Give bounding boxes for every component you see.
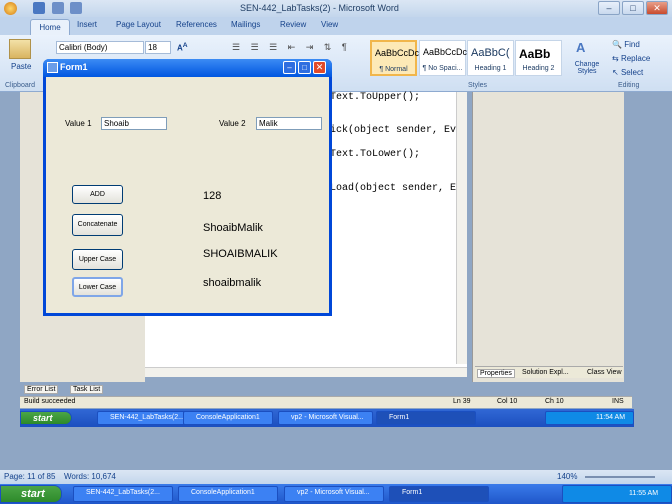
vs-status-bar: Build succeeded Ln 39 Col 10 Ch 10 INS xyxy=(20,396,632,408)
word-window-title: SEN-442_LabTasks(2) - Microsoft Word xyxy=(240,3,399,13)
style-heading-1[interactable]: AaBbC(Heading 1 xyxy=(467,40,514,76)
ribbon-tab-bar: Insert Page Layout References Mailings R… xyxy=(0,17,672,35)
value1-label: Value 1 xyxy=(65,119,92,128)
code-line: Load(object sender, Ev xyxy=(330,183,463,194)
tab-properties[interactable]: Properties xyxy=(477,369,515,378)
inner-taskbar: start SEN-442_LabTasks(2... ConsoleAppli… xyxy=(20,409,634,427)
form-minimize-button[interactable]: – xyxy=(283,61,296,74)
concatenate-button[interactable]: Concatenate xyxy=(72,214,123,236)
paste-button[interactable]: Paste xyxy=(11,62,31,71)
main-clock: 11:55 AM xyxy=(562,485,672,503)
change-styles-icon: A xyxy=(576,40,586,55)
style-heading-2[interactable]: AaBb Heading 2 xyxy=(515,40,562,76)
word-count: Words: 10,674 xyxy=(64,472,116,481)
replace-icon: ⇆ xyxy=(612,54,619,63)
style-normal[interactable]: AaBbCcDc ¶ Normal xyxy=(370,40,419,76)
styles-group-label: Styles xyxy=(468,82,488,89)
word-title-bar: SEN-442_LabTasks(2) - Microsoft Word – □… xyxy=(0,0,672,17)
column-number: Col 10 xyxy=(497,398,518,405)
inner-task-vs[interactable]: vp2 - Microsoft Visual... xyxy=(278,411,373,425)
tab-review[interactable]: Review xyxy=(280,20,306,29)
task-word[interactable]: SEN-442_LabTasks(2... xyxy=(73,486,173,502)
value2-input[interactable]: Malik xyxy=(256,117,322,130)
tab-home[interactable]: Home xyxy=(30,19,70,36)
select-icon: ↖ xyxy=(612,68,619,77)
tab-view[interactable]: View xyxy=(321,20,338,29)
task-vs[interactable]: vp2 - Microsoft Visual... xyxy=(284,486,384,502)
char-number: Ch 10 xyxy=(545,398,564,405)
editor-vertical-scrollbar[interactable] xyxy=(456,92,467,364)
properties-panel xyxy=(472,92,624,382)
form1-title: Form1 xyxy=(60,62,88,72)
lower-case-button[interactable]: Lower Case xyxy=(72,277,123,297)
tab-page-layout[interactable]: Page Layout xyxy=(116,20,161,29)
font-size-select[interactable]: 18 xyxy=(145,41,171,54)
inner-task-word[interactable]: SEN-442_LabTasks(2... xyxy=(97,411,197,425)
add-button[interactable]: ADD xyxy=(72,185,123,204)
tab-task-list[interactable]: Task List xyxy=(70,385,104,394)
code-line: Text.ToLower(); xyxy=(330,149,421,160)
build-status: Build succeeded xyxy=(24,398,76,405)
task-console[interactable]: ConsoleApplication1 xyxy=(178,486,278,502)
tab-insert[interactable]: Insert xyxy=(77,20,97,29)
save-icon[interactable] xyxy=(33,2,45,14)
close-button[interactable]: ✕ xyxy=(646,1,668,15)
value1-input[interactable]: Shoaib xyxy=(101,117,167,130)
select-button[interactable]: ↖ Select xyxy=(612,68,643,77)
line-number: Ln 39 xyxy=(453,398,471,405)
change-styles-button[interactable]: Change Styles xyxy=(570,61,604,75)
sum-result: 128 xyxy=(203,190,222,202)
upper-case-button[interactable]: Upper Case xyxy=(72,249,123,270)
inner-clock: 11:54 AM xyxy=(545,411,634,425)
office-button-icon[interactable] xyxy=(4,2,17,15)
minimize-button[interactable]: – xyxy=(598,1,620,15)
find-button[interactable]: 🔍 Find xyxy=(612,40,640,49)
concat-result: ShoaibMalik xyxy=(203,222,263,234)
editor-horizontal-scrollbar[interactable] xyxy=(145,367,467,377)
tab-class-view[interactable]: Class View xyxy=(587,369,622,376)
font-name-select[interactable]: Calibri (Body) xyxy=(56,41,144,54)
clipboard-group-label: Clipboard xyxy=(5,82,35,89)
zoom-slider[interactable] xyxy=(585,476,655,478)
form1-window: Form1 – □ ✕ Value 1 Shoaib Value 2 Malik… xyxy=(43,59,332,316)
word-status-bar: Page: 11 of 85 Words: 10,674 140% xyxy=(0,470,672,484)
paragraph-tools[interactable]: ☰ ☰ ☰ ⇤ ⇥ ⇅ ¶ xyxy=(232,42,352,53)
editing-group-label: Editing xyxy=(618,82,640,89)
undo-icon[interactable] xyxy=(52,2,64,14)
code-line: Text.ToUpper(); xyxy=(330,92,421,103)
tab-mailings[interactable]: Mailings xyxy=(231,20,260,29)
inner-task-form1[interactable]: Form1 xyxy=(376,411,476,425)
start-button[interactable]: start xyxy=(0,485,62,503)
page-count: Page: 11 of 85 xyxy=(4,472,56,481)
zoom-level[interactable]: 140% xyxy=(557,472,577,481)
form-close-button[interactable]: ✕ xyxy=(313,61,326,74)
task-form1[interactable]: Form1 xyxy=(389,486,489,502)
form1-title-bar[interactable]: Form1 – □ ✕ xyxy=(43,59,332,77)
tab-references[interactable]: References xyxy=(176,20,217,29)
redo-icon[interactable] xyxy=(70,2,82,14)
tab-error-list[interactable]: Error List xyxy=(24,385,59,394)
value2-label: Value 2 xyxy=(219,119,246,128)
style-no-spacing[interactable]: AaBbCcDc ¶ No Spaci... xyxy=(419,40,467,76)
inner-task-console[interactable]: ConsoleApplication1 xyxy=(183,411,273,425)
inner-start-button[interactable]: start xyxy=(20,411,72,425)
form1-body: Value 1 Shoaib Value 2 Malik ADD Concate… xyxy=(46,77,329,313)
replace-button[interactable]: ⇆ Replace xyxy=(612,54,650,63)
upper-result: SHOAIBMALIK xyxy=(203,248,278,260)
form-icon xyxy=(47,62,58,73)
paste-icon[interactable] xyxy=(9,39,31,59)
form-maximize-button[interactable]: □ xyxy=(298,61,311,74)
maximize-button[interactable]: □ xyxy=(622,1,644,15)
lower-result: shoaibmalik xyxy=(203,277,262,289)
insert-mode: INS xyxy=(612,398,624,405)
main-taskbar: start SEN-442_LabTasks(2... ConsoleAppli… xyxy=(0,484,672,504)
tab-solution-explorer[interactable]: Solution Expl... xyxy=(522,369,569,376)
binoculars-icon: 🔍 xyxy=(612,40,622,49)
code-line: ick(object sender, Eve xyxy=(330,125,463,136)
grow-font-icon[interactable]: AA xyxy=(177,42,201,53)
